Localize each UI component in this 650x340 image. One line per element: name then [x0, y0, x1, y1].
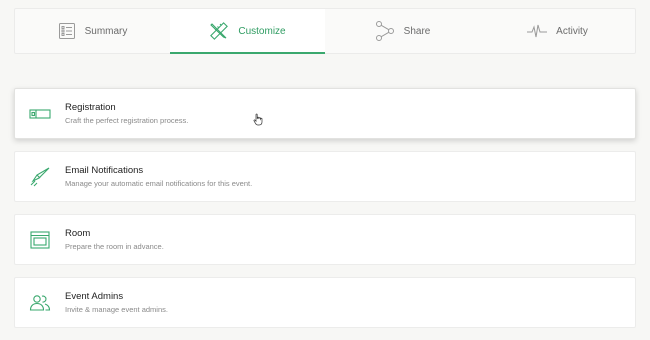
ticket-icon [15, 107, 65, 121]
activity-pulse-icon [527, 24, 548, 38]
card-title: Room [65, 228, 91, 239]
card-email-notifications[interactable]: Email Notifications Manage your automati… [14, 151, 636, 202]
room-layout-icon [15, 230, 65, 249]
card-title: Registration [65, 102, 116, 113]
tab-label: Activity [556, 25, 588, 37]
card-registration[interactable]: Registration Craft the perfect registrat… [14, 88, 636, 139]
tab-customize[interactable]: Customize [170, 9, 325, 54]
settings-card-list: Registration Craft the perfect registrat… [14, 88, 636, 340]
card-title: Event Admins [65, 291, 124, 302]
ruler-pencil-icon [209, 21, 229, 41]
tab-label: Summary [84, 25, 128, 37]
tab-label: Share [403, 25, 431, 37]
card-description: Prepare the room in advance. [65, 242, 164, 251]
card-description: Manage your automatic email notification… [65, 179, 253, 188]
tab-share[interactable]: Share [325, 9, 480, 53]
paper-plane-icon [15, 166, 65, 188]
card-description: Craft the perfect registration process. [65, 116, 189, 125]
tab-activity[interactable]: Activity [480, 9, 635, 53]
card-event-admins[interactable]: Event Admins Invite & manage event admin… [14, 277, 636, 328]
hand-pointer-cursor [253, 113, 264, 131]
tab-label: Customize [238, 25, 286, 37]
tab-summary[interactable]: Summary [15, 9, 170, 53]
users-icon [15, 294, 65, 312]
summary-list-icon [58, 22, 76, 40]
card-room[interactable]: Room Prepare the room in advance. [14, 214, 636, 265]
share-nodes-icon [375, 20, 395, 42]
card-title: Email Notifications [65, 165, 144, 176]
tab-bar: Summary Customize Share Activity [14, 8, 636, 54]
card-description: Invite & manage event admins. [65, 305, 168, 314]
